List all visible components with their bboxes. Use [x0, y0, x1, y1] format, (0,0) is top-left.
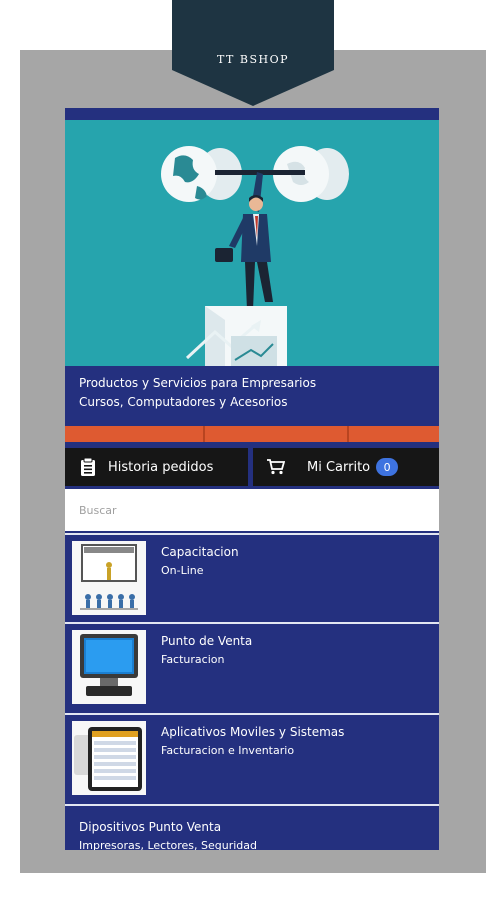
- cart-count-badge: 0: [376, 458, 399, 476]
- search-input[interactable]: [65, 489, 439, 531]
- list-item-title: Dipositivos Punto Venta: [79, 820, 222, 834]
- order-history-label: Historia pedidos: [108, 459, 214, 475]
- order-history-button[interactable]: Historia pedidos: [65, 448, 248, 486]
- tagline-line-1: Productos y Servicios para Empresarios: [79, 376, 317, 390]
- tablet-icon: [72, 721, 146, 795]
- shopping-cart-icon: [267, 459, 285, 475]
- list-item-subtitle: Facturacion: [161, 653, 225, 666]
- list-item-subtitle: On-Line: [161, 564, 204, 577]
- list-item-aplicativos[interactable]: Aplicativos Moviles y Sistemas Facturaci…: [65, 713, 439, 803]
- list-item-dispositivos[interactable]: Dipositivos Punto Venta Impresoras, Lect…: [65, 804, 439, 850]
- list-item-subtitle: Impresoras, Lectores, Seguridad: [79, 839, 257, 850]
- accent-bar-divider: [203, 426, 205, 442]
- list-item-title: Aplicativos Moviles y Sistemas: [161, 725, 345, 739]
- list-item-capacitacion[interactable]: Capacitacion On-Line: [65, 533, 439, 623]
- hero-illustration: [65, 120, 439, 366]
- list-item-title: Punto de Venta: [161, 634, 253, 648]
- store-name: TT BSHOP: [216, 53, 289, 66]
- tagline: Productos y Servicios para Empresarios C…: [79, 374, 316, 412]
- accent-bar: [65, 426, 439, 442]
- clipboard-icon: [81, 457, 95, 476]
- my-cart-button[interactable]: Mi Carrito 0: [253, 448, 439, 486]
- banner-pointer: [172, 70, 334, 106]
- monitor-icon: [72, 630, 146, 704]
- app-screen: Productos y Servicios para Empresarios C…: [65, 108, 439, 850]
- businessman-lifting-globes-illustration: [161, 146, 349, 366]
- my-cart-label: Mi Carrito: [307, 459, 371, 475]
- list-item-subtitle: Facturacion e Inventario: [161, 744, 295, 757]
- list-item-title: Capacitacion: [161, 545, 239, 559]
- action-bar: Historia pedidos Mi Carrito 0: [65, 448, 439, 486]
- tagline-line-2: Cursos, Computadores y Acesorios: [79, 395, 288, 409]
- accent-bar-divider: [347, 426, 349, 442]
- list-item-punto-de-venta[interactable]: Punto de Venta Facturacion: [65, 622, 439, 712]
- presentation-icon: [72, 541, 146, 615]
